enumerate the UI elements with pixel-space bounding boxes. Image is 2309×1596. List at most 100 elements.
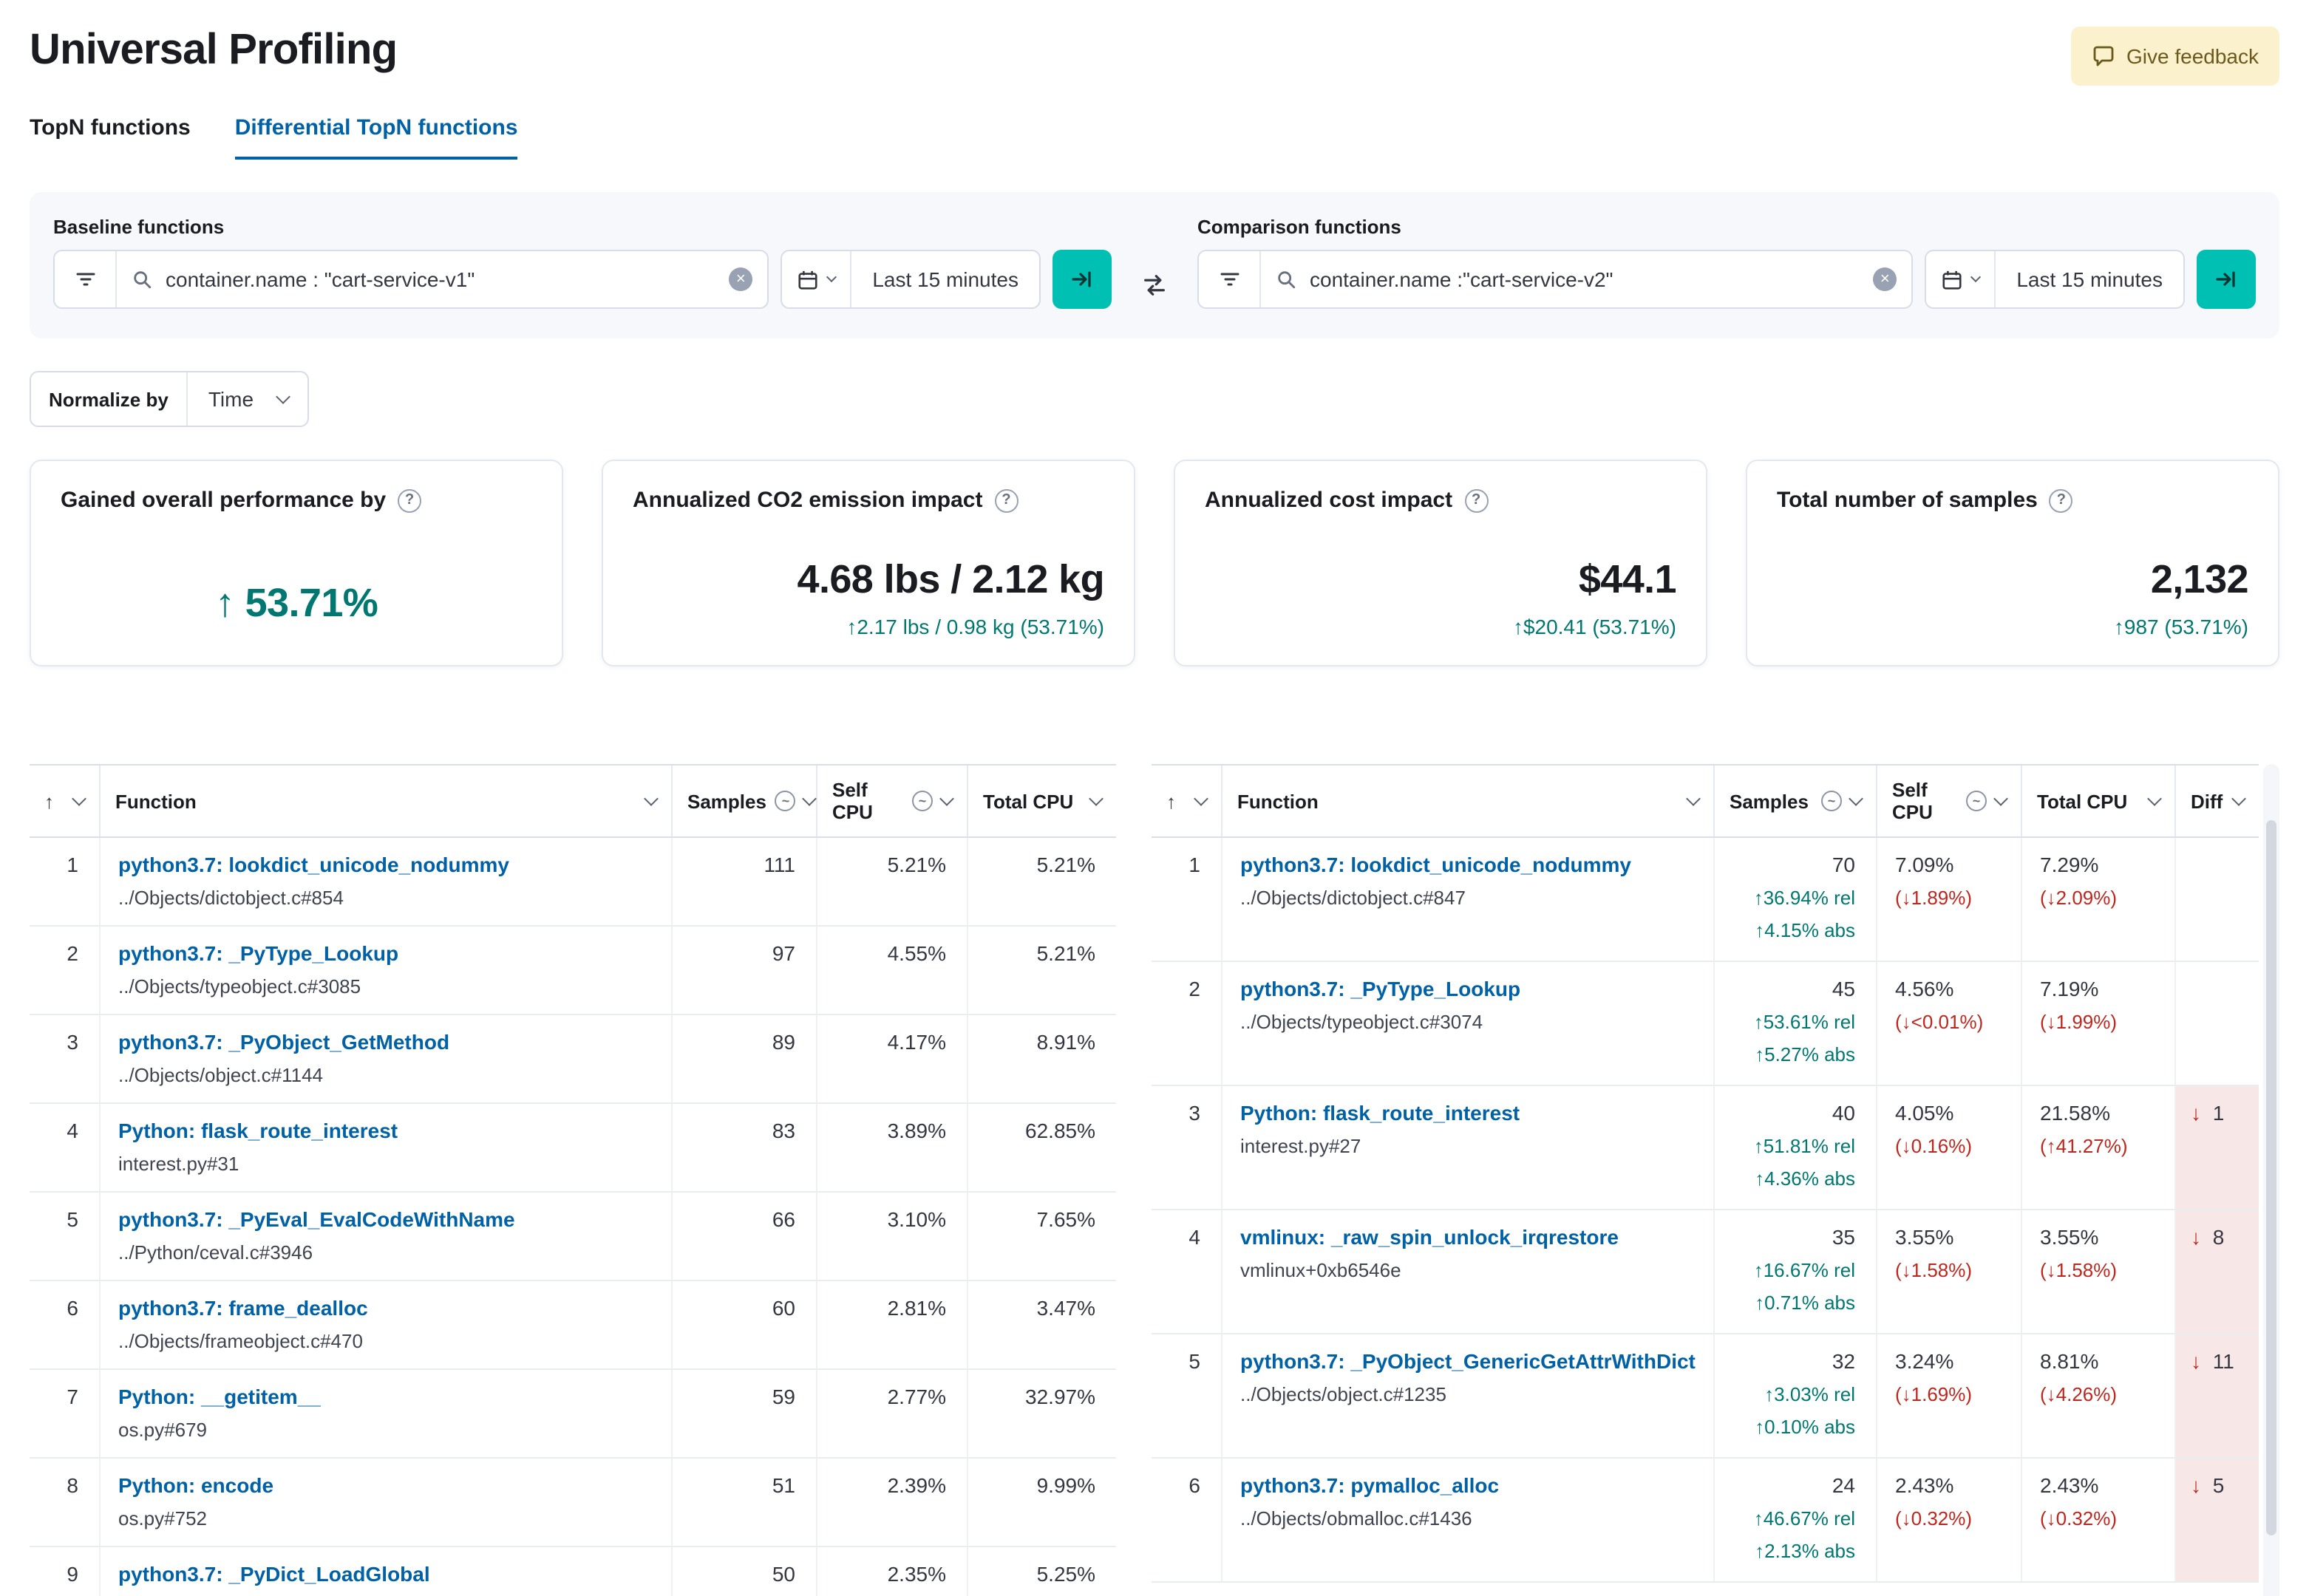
help-icon[interactable]: ?	[398, 488, 422, 512]
tab-differential-topn-functions[interactable]: Differential TopN functions	[234, 115, 518, 160]
function-link[interactable]: Python: __getitem__	[118, 1385, 321, 1408]
samples-value: 2,132	[2150, 557, 2249, 601]
table-row: 7 Python: __getitem__ os.py#679 59 2.77%…	[30, 1370, 1116, 1459]
samples-cell: 111	[673, 838, 817, 925]
samples-value: 70	[1832, 853, 1855, 876]
baseline-apply-button[interactable]	[1053, 250, 1112, 309]
total-cpu-cell: 5.21%	[1036, 853, 1095, 876]
filter-icon[interactable]	[1199, 251, 1261, 307]
total-cpu-value: 7.29%	[2040, 853, 2099, 876]
baseline-query-input[interactable]	[166, 267, 715, 291]
table-row: 6 python3.7: pymalloc_alloc ../Objects/o…	[1152, 1459, 2259, 1583]
self-cpu-cell: 2.81%	[817, 1281, 968, 1368]
samples-rel-change: ↑3.03% rel	[1764, 1383, 1855, 1405]
clear-icon[interactable]: ×	[1873, 267, 1897, 291]
rank-cell: 1	[1152, 838, 1222, 961]
rank-cell: 1	[30, 838, 101, 925]
function-link[interactable]: python3.7: _PyEval_EvalCodeWithName	[118, 1207, 515, 1231]
table-row: 8 Python: encode os.py#752 51 2.39% 9.99…	[30, 1459, 1116, 1547]
samples-rel-change: ↑16.67% rel	[1753, 1259, 1855, 1281]
baseline-label: Baseline functions	[53, 216, 225, 238]
calendar-dropdown-button[interactable]	[1926, 251, 1996, 307]
function-link[interactable]: python3.7: frame_dealloc	[118, 1296, 368, 1320]
rank-cell: 4	[30, 1104, 101, 1191]
rank-column-header[interactable]: ↑	[1152, 765, 1222, 836]
samples-cell: 66	[673, 1193, 817, 1280]
self-cpu-column-header[interactable]: Self CPU ~	[1877, 765, 2022, 836]
help-icon[interactable]: ?	[2049, 488, 2073, 512]
tab-topn-functions[interactable]: TopN functions	[30, 115, 191, 160]
filter-icon[interactable]	[55, 251, 117, 307]
give-feedback-button[interactable]: Give feedback	[2070, 27, 2279, 86]
help-icon[interactable]: ?	[994, 488, 1019, 512]
function-link[interactable]: python3.7: lookdict_unicode_nodummy	[1240, 853, 1631, 876]
total-cpu-cell: 32.97%	[1025, 1385, 1095, 1408]
function-link[interactable]: Python: flask_route_interest	[118, 1119, 398, 1142]
diff-cell: ↓ 1	[2176, 1086, 2259, 1209]
function-cell: python3.7: lookdict_unicode_nodummy ../O…	[101, 838, 673, 925]
samples-abs-change: ↑5.27% abs	[1755, 1043, 1855, 1065]
card-co2-impact: Annualized CO2 emission impact ? 4.68 lb…	[602, 460, 1135, 666]
chevron-down-icon	[644, 791, 659, 806]
function-link[interactable]: python3.7: lookdict_unicode_nodummy	[118, 853, 509, 876]
function-link[interactable]: python3.7: _PyType_Lookup	[1240, 977, 1520, 1000]
comparison-apply-button[interactable]	[2197, 250, 2256, 309]
function-link[interactable]: python3.7: pymalloc_alloc	[1240, 1473, 1499, 1497]
comparison-time-range[interactable]: Last 15 minutes	[1996, 267, 2183, 291]
samples-delta: ↑987 (53.71%)	[2113, 615, 2248, 638]
function-path: ../Objects/object.c#1235	[1240, 1383, 1446, 1405]
baseline-controls: × Last 15 minutes	[53, 250, 1112, 309]
table-row: 3 python3.7: _PyObject_GetMethod ../Obje…	[30, 1015, 1116, 1104]
self-cpu-column-header[interactable]: Self CPU ~	[817, 765, 968, 836]
samples-column-header[interactable]: Samples ~	[673, 765, 817, 836]
total-cpu-column-header[interactable]: Total CPU	[2022, 765, 2176, 836]
function-path: ../Objects/typeobject.c#3085	[118, 975, 361, 998]
comparison-filter-group: Comparison functions ×	[1197, 216, 2256, 309]
function-link[interactable]: vmlinux: _raw_spin_unlock_irqrestore	[1240, 1225, 1619, 1249]
page-title: Universal Profiling	[30, 27, 398, 74]
diff-value: 1	[2212, 1101, 2225, 1125]
total-cpu-change: (↓2.09%)	[2040, 887, 2118, 909]
comparison-controls: × Last 15 minutes	[1197, 250, 2256, 309]
function-link[interactable]: python3.7: _PyObject_GetMethod	[118, 1030, 449, 1054]
chevron-down-icon[interactable]	[259, 372, 307, 426]
estimate-icon: ~	[1821, 791, 1842, 811]
samples-cell: 51	[673, 1459, 817, 1546]
rank-column-header[interactable]: ↑	[30, 765, 101, 836]
function-cell: python3.7: pymalloc_alloc ../Objects/obm…	[1222, 1459, 1715, 1581]
comparison-query-input[interactable]	[1310, 267, 1859, 291]
function-link[interactable]: Python: flask_route_interest	[1240, 1101, 1520, 1125]
self-cpu-cell: 2.39%	[817, 1459, 968, 1546]
function-link[interactable]: Python: encode	[118, 1473, 273, 1497]
function-link[interactable]: python3.7: _PyDict_LoadGlobal	[118, 1562, 430, 1586]
rank-cell: 4	[1152, 1210, 1222, 1333]
feedback-label: Give feedback	[2126, 44, 2259, 68]
total-cpu-cell: 21.58% (↑41.27%)	[2022, 1086, 2176, 1209]
function-path: ../Objects/obmalloc.c#1436	[1240, 1507, 1472, 1530]
samples-value: 35	[1832, 1225, 1855, 1249]
diff-column-header[interactable]: Diff	[2176, 765, 2259, 836]
swap-comparison-button[interactable]	[1112, 272, 1197, 299]
chevron-down-icon	[1993, 791, 2008, 806]
total-cpu-cell: 9.99%	[1036, 1473, 1095, 1497]
swap-arrows-icon	[1141, 272, 1168, 299]
chevron-down-icon	[1194, 791, 1208, 806]
rank-cell: 6	[1152, 1459, 1222, 1581]
chevron-down-icon	[2231, 791, 2246, 806]
samples-column-header[interactable]: Samples ~	[1715, 765, 1877, 836]
scrollbar-thumb[interactable]	[2266, 820, 2276, 1535]
function-cell: python3.7: _PyObject_GetMethod ../Object…	[101, 1015, 673, 1102]
help-icon[interactable]: ?	[1464, 488, 1489, 512]
clear-icon[interactable]: ×	[729, 267, 753, 291]
function-cell: Python: flask_route_interest interest.py…	[1222, 1086, 1715, 1209]
function-link[interactable]: python3.7: _PyType_Lookup	[118, 941, 398, 965]
calendar-dropdown-button[interactable]	[782, 251, 852, 307]
function-link[interactable]: python3.7: _PyObject_GenericGetAttrWithD…	[1240, 1349, 1696, 1373]
baseline-time-range[interactable]: Last 15 minutes	[851, 267, 1039, 291]
total-cpu-column-header[interactable]: Total CPU	[968, 765, 1116, 836]
calendar-icon	[797, 268, 819, 290]
function-column-header[interactable]: Function	[1222, 765, 1715, 836]
function-column-header[interactable]: Function	[101, 765, 673, 836]
normalize-by-select[interactable]: Time	[186, 372, 259, 426]
header-label: Samples	[687, 790, 766, 812]
